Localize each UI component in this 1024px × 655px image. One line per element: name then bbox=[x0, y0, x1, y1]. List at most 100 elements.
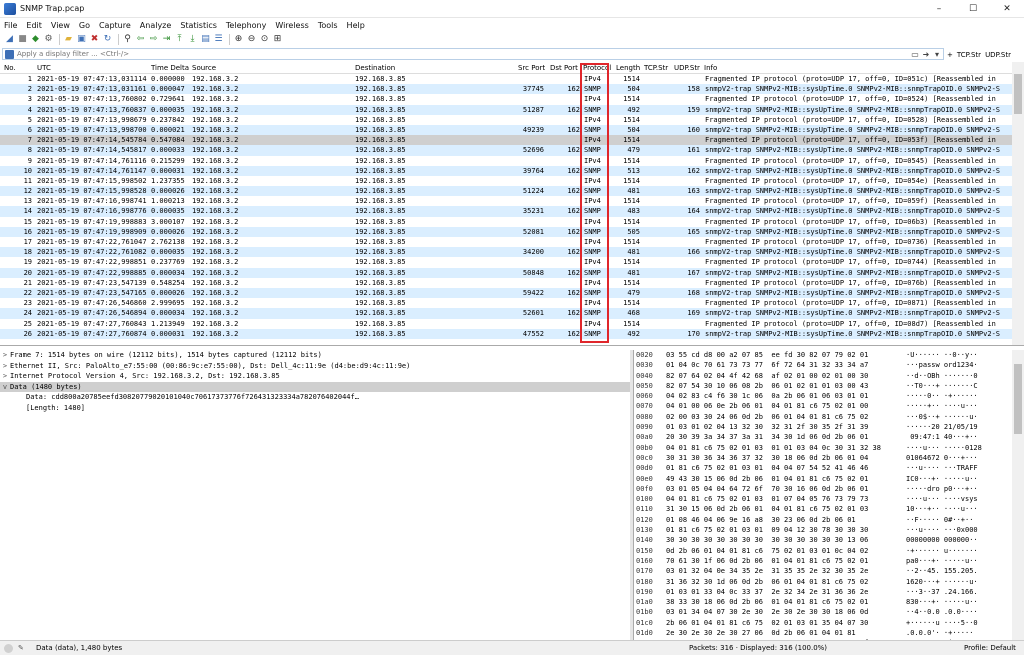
packet-bytes[interactable]: 0020 03 55 cd d8 00 a2 07 85 ee fd 30 82 … bbox=[633, 350, 1012, 640]
detail-tree-item[interactable]: v Data (1480 bytes) bbox=[0, 381, 630, 392]
packet-row[interactable]: 10 2021-05-19 07:47:14,761147 0.000031 192.… bbox=[0, 165, 1012, 176]
expand-right-icon[interactable]: > bbox=[0, 371, 10, 382]
close-button[interactable]: ✕ bbox=[990, 0, 1024, 18]
packet-row[interactable]: 16 2021-05-19 07:47:19,998909 0.000026 192.… bbox=[0, 226, 1012, 237]
zoom-normal-icon[interactable]: ⊙ bbox=[259, 34, 270, 45]
bytes-row[interactable]: 0140 30 30 30 30 30 30 30 30 30 30 30 30 … bbox=[634, 535, 1012, 545]
column-header[interactable]: TCP.Str bbox=[644, 64, 668, 72]
edit-comment-icon[interactable]: ✎ bbox=[18, 644, 24, 652]
go-forward-icon[interactable]: ⇨ bbox=[148, 34, 159, 45]
menu-capture[interactable]: Capture bbox=[99, 21, 131, 30]
column-header[interactable]: Length bbox=[616, 64, 640, 72]
bytes-row[interactable]: 01c0 2b 06 01 04 01 81 c6 75 02 01 03 01 … bbox=[634, 618, 1012, 628]
bytes-row[interactable]: 0050 82 07 54 30 10 06 08 2b 06 01 02 01 … bbox=[634, 381, 1012, 391]
minimize-button[interactable]: – bbox=[922, 0, 956, 18]
menu-help[interactable]: Help bbox=[347, 21, 365, 30]
bytes-row[interactable]: 0170 03 01 32 04 0e 34 35 2e 31 35 35 2e … bbox=[634, 566, 1012, 576]
detail-tree-item[interactable]: > Frame 7: 1514 bytes on wire (12112 bits… bbox=[0, 350, 630, 361]
capture-options-icon[interactable]: ⚙ bbox=[43, 34, 54, 45]
open-file-icon[interactable]: ▰ bbox=[63, 34, 74, 45]
packet-row[interactable]: 1 2021-05-19 07:47:13,031114 0.000000 192.1… bbox=[0, 74, 1012, 85]
colorize-icon[interactable]: ☰ bbox=[213, 34, 224, 45]
bytes-row[interactable]: 0060 04 02 83 c4 f6 30 1c 06 0a 2b 06 01 … bbox=[634, 391, 1012, 401]
packet-row[interactable]: 3 2021-05-19 07:47:13,760802 0.729641 192.1… bbox=[0, 94, 1012, 105]
expand-right-icon[interactable]: > bbox=[0, 361, 10, 372]
packet-row[interactable]: 4 2021-05-19 07:47:13,760837 0.000035 192.1… bbox=[0, 104, 1012, 115]
bytes-row[interactable]: 0030 01 04 0c 70 61 73 73 77 6f 72 64 31 … bbox=[634, 360, 1012, 370]
packet-row[interactable]: 21 2021-05-19 07:47:23,547139 0.548254 192.… bbox=[0, 277, 1012, 288]
column-header[interactable]: Info bbox=[704, 64, 717, 72]
first-packet-icon[interactable]: ⤒ bbox=[174, 34, 185, 45]
bytes-row[interactable]: 00e0 49 43 30 15 06 0d 2b 06 01 04 01 81 … bbox=[634, 474, 1012, 484]
menu-statistics[interactable]: Statistics bbox=[180, 21, 217, 30]
menu-edit[interactable]: Edit bbox=[26, 21, 42, 30]
column-header[interactable]: Destination bbox=[355, 64, 395, 72]
expand-right-icon[interactable]: > bbox=[0, 350, 10, 361]
bytes-row[interactable]: 00c0 30 31 30 36 34 36 37 32 30 18 06 0d … bbox=[634, 453, 1012, 463]
bytes-row[interactable]: 0150 0d 2b 06 01 04 01 81 c6 75 02 01 03 … bbox=[634, 546, 1012, 556]
column-header[interactable]: Protocol bbox=[583, 64, 611, 72]
packet-row[interactable]: 14 2021-05-19 07:47:16,998776 0.000035 192.… bbox=[0, 206, 1012, 217]
detail-tree-item[interactable]: > Internet Protocol Version 4, Src: 192.1… bbox=[0, 371, 630, 382]
filter-button-tcp-str[interactable]: TCP.Str bbox=[957, 51, 981, 59]
bytes-row[interactable]: 0100 04 01 81 c6 75 02 01 03 01 07 04 05 … bbox=[634, 494, 1012, 504]
maximize-button[interactable]: ☐ bbox=[956, 0, 990, 18]
menu-view[interactable]: View bbox=[51, 21, 70, 30]
restart-capture-icon[interactable]: ◆ bbox=[30, 34, 41, 45]
bytes-row[interactable]: 01b0 03 01 34 04 07 30 2e 30 2e 30 2e 30 … bbox=[634, 607, 1012, 617]
packet-row[interactable]: 8 2021-05-19 07:47:14,545817 0.000033 192.1… bbox=[0, 145, 1012, 156]
packet-row[interactable]: 20 2021-05-19 07:47:22,998885 0.000034 192.… bbox=[0, 267, 1012, 278]
zoom-in-icon[interactable]: ⊕ bbox=[233, 34, 244, 45]
save-file-icon[interactable]: ▣ bbox=[76, 34, 87, 45]
packet-row[interactable]: 13 2021-05-19 07:47:16,998741 1.000213 192.… bbox=[0, 196, 1012, 207]
reload-file-icon[interactable]: ↻ bbox=[102, 34, 113, 45]
go-to-packet-icon[interactable]: ⇥ bbox=[161, 34, 172, 45]
expert-info-icon[interactable] bbox=[4, 644, 13, 653]
bytes-row[interactable]: 0190 01 03 01 33 04 0c 33 37 2e 32 34 2e … bbox=[634, 587, 1012, 597]
go-back-icon[interactable]: ⇦ bbox=[135, 34, 146, 45]
find-packet-icon[interactable]: ⚲ bbox=[122, 34, 133, 45]
packet-row[interactable]: 2 2021-05-19 07:47:13,031161 0.000047 192.1… bbox=[0, 84, 1012, 95]
bytes-row[interactable]: 01a0 38 33 30 18 06 0d 2b 06 01 04 01 81 … bbox=[634, 597, 1012, 607]
column-header[interactable]: Dst Port bbox=[550, 64, 578, 72]
bytes-row[interactable]: 0040 82 07 64 02 04 4f 42 68 af 02 01 00 … bbox=[634, 371, 1012, 381]
autoscroll-icon[interactable]: ▤ bbox=[200, 34, 211, 45]
packet-row[interactable]: 15 2021-05-19 07:47:19,998883 3.000107 192.… bbox=[0, 216, 1012, 227]
menu-analyze[interactable]: Analyze bbox=[140, 21, 172, 30]
column-header[interactable]: UDP.Str bbox=[674, 64, 700, 72]
menu-file[interactable]: File bbox=[4, 21, 17, 30]
zoom-out-icon[interactable]: ⊖ bbox=[246, 34, 257, 45]
filter-history-icon[interactable]: ▾ bbox=[932, 49, 942, 59]
packet-details[interactable]: > Frame 7: 1514 bytes on wire (12112 bits… bbox=[0, 350, 630, 640]
packet-row[interactable]: 17 2021-05-19 07:47:22,761047 2.762138 192.… bbox=[0, 237, 1012, 248]
bytes-row[interactable]: 0160 70 61 30 1f 06 0d 2b 06 01 04 01 81 … bbox=[634, 556, 1012, 566]
packet-row[interactable]: 24 2021-05-19 07:47:26,546894 0.000034 192.… bbox=[0, 308, 1012, 319]
column-header[interactable]: Time Delta bbox=[151, 64, 189, 72]
bytes-row[interactable]: 01d0 2e 30 2e 30 2e 30 27 06 0d 2b 06 01 … bbox=[634, 628, 1012, 638]
bytes-row[interactable]: 00f0 03 01 05 04 04 64 72 6f 70 30 16 06 … bbox=[634, 484, 1012, 494]
packet-row[interactable]: 22 2021-05-19 07:47:23,547165 0.000026 192.… bbox=[0, 287, 1012, 299]
scrollbar-thumb[interactable] bbox=[1014, 364, 1022, 434]
packet-row[interactable]: 11 2021-05-19 07:47:15,998502 1.237355 192.… bbox=[0, 175, 1012, 187]
packet-row[interactable]: 26 2021-05-19 07:47:27,760874 0.000031 192.… bbox=[0, 328, 1012, 339]
bytes-row[interactable]: 0110 31 30 15 06 0d 2b 06 01 04 01 81 c6 … bbox=[634, 504, 1012, 514]
filter-button-udp-str[interactable]: UDP.Str bbox=[985, 51, 1011, 59]
filter-bookmark-icon[interactable] bbox=[5, 49, 14, 59]
last-packet-icon[interactable]: ⤓ bbox=[187, 34, 198, 45]
bytes-row[interactable]: 00a0 20 30 39 3a 34 37 3a 31 34 30 1d 06 … bbox=[634, 432, 1012, 442]
bytes-scrollbar[interactable] bbox=[1012, 350, 1024, 640]
scrollbar-thumb[interactable] bbox=[1014, 74, 1022, 114]
apply-filter-icon[interactable]: ➜ bbox=[921, 49, 931, 59]
bytes-row[interactable]: 0180 31 36 32 30 1d 06 0d 2b 06 01 04 01 … bbox=[634, 577, 1012, 587]
add-filter-icon[interactable]: + bbox=[947, 51, 953, 59]
detail-tree-item[interactable]: > Ethernet II, Src: PaloAlto_e7:55:00 (00… bbox=[0, 361, 630, 372]
display-filter-input[interactable] bbox=[17, 49, 910, 59]
packet-list[interactable]: No. UTC Time Delta Source Destination Sr… bbox=[0, 62, 1024, 346]
packet-row[interactable]: 9 2021-05-19 07:47:14,761116 0.215299 192.1… bbox=[0, 155, 1012, 166]
bytes-row[interactable]: 0120 01 08 46 04 06 9e 16 a8 30 23 06 0d … bbox=[634, 515, 1012, 525]
packet-row[interactable]: 5 2021-05-19 07:47:13,998679 0.237842 192.1… bbox=[0, 114, 1012, 125]
packet-row[interactable]: 12 2021-05-19 07:47:15,998528 0.000026 192.… bbox=[0, 186, 1012, 197]
packet-list-scrollbar[interactable] bbox=[1012, 62, 1024, 345]
bytes-row[interactable]: 0130 01 81 c6 75 02 01 03 01 09 04 12 30 … bbox=[634, 525, 1012, 535]
menu-tools[interactable]: Tools bbox=[318, 21, 338, 30]
